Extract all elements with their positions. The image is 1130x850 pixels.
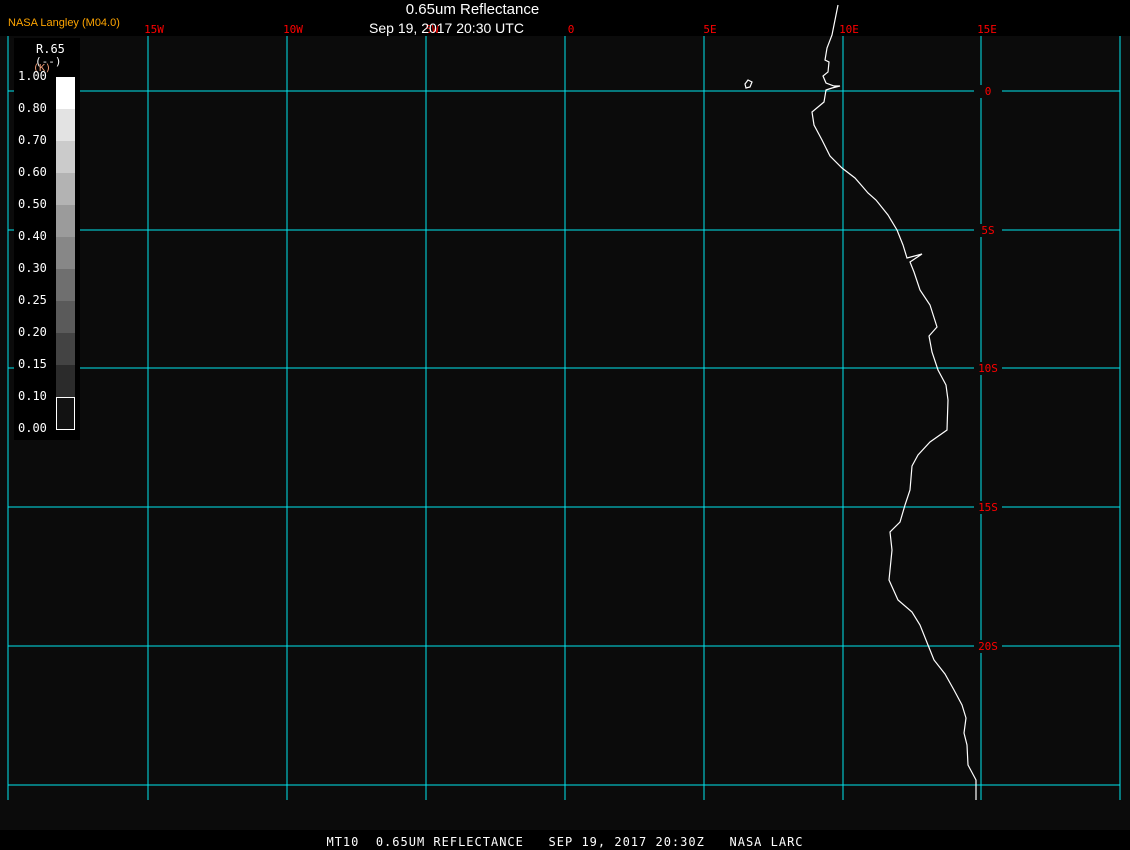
legend-swatch <box>56 301 75 333</box>
image-title: 0.65um Reflectance <box>405 1 540 18</box>
legend-swatch <box>56 141 75 173</box>
grid-label: 10S <box>978 362 998 375</box>
grid-label: 15S <box>978 501 998 514</box>
legend-swatch <box>56 77 75 109</box>
legend-swatch <box>56 269 75 301</box>
map-canvas: 15W 10W 5W 0 5E 10E 15E05S10S15S20S <box>0 4 1130 830</box>
grid-label: 5S <box>981 224 994 237</box>
legend-swatch <box>56 109 75 141</box>
grid-label: 20S <box>978 640 998 653</box>
legend-swatch <box>56 205 75 237</box>
grid-label: 0 <box>985 85 992 98</box>
legend-swatch <box>56 173 75 205</box>
legend-swatch <box>56 365 75 397</box>
legend-swatch <box>56 237 75 269</box>
grid-label: 15E <box>977 23 997 36</box>
image-timestamp: Sep 19, 2017 20:30 UTC <box>369 20 524 36</box>
footer-caption: MT10 0.65UM REFLECTANCE SEP 19, 2017 20:… <box>326 835 804 849</box>
legend-colorbar <box>56 77 75 430</box>
legend-swatch <box>56 397 75 429</box>
legend-swatch <box>56 333 75 365</box>
